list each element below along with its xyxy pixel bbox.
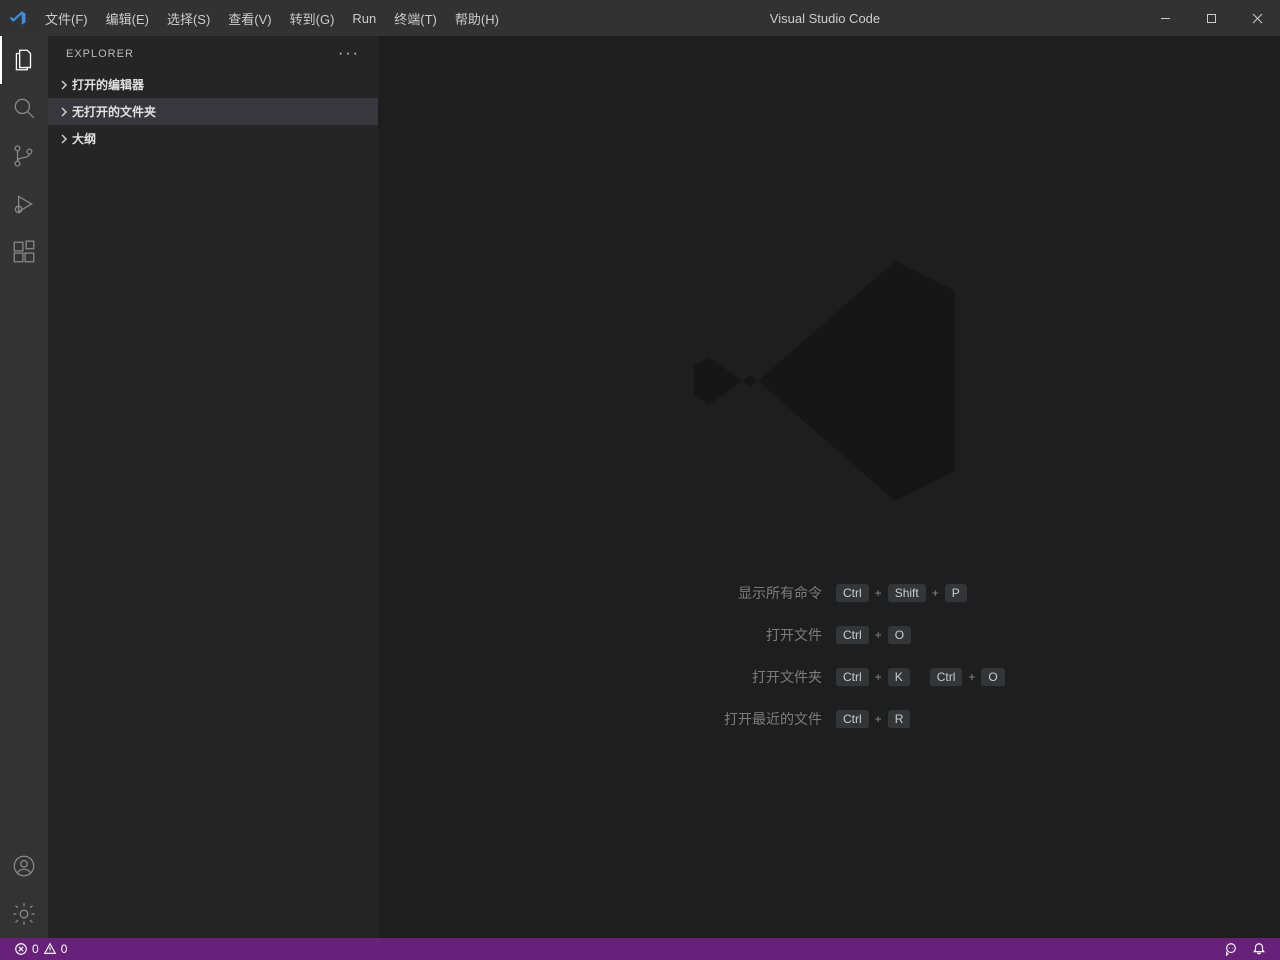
activity-run-debug[interactable]: [0, 180, 48, 228]
feedback-icon: [1224, 942, 1238, 956]
vscode-app-icon: [0, 9, 36, 27]
sidebar-title: EXPLORER: [66, 48, 134, 60]
shortcut-open-folder: 打开文件夹 Ctrl + K Ctrl + O: [522, 667, 1136, 687]
activity-extensions[interactable]: [0, 228, 48, 276]
menu-select[interactable]: 选择(S): [158, 0, 219, 36]
menu-view[interactable]: 查看(V): [219, 0, 280, 36]
shortcut-label: 打开文件: [522, 625, 822, 645]
key: Ctrl: [836, 626, 869, 645]
extensions-icon: [11, 239, 37, 265]
menu-goto[interactable]: 转到(G): [281, 0, 344, 36]
account-icon: [11, 853, 37, 879]
plus: +: [875, 586, 882, 600]
section-label: 打开的编辑器: [72, 76, 144, 93]
key: Ctrl: [836, 584, 869, 603]
section-open-editors[interactable]: 打开的编辑器: [48, 71, 378, 98]
sidebar-explorer: EXPLORER ··· 打开的编辑器 无打开的文件夹 大纲: [48, 36, 378, 938]
window-controls: [1142, 0, 1280, 36]
activity-search[interactable]: [0, 84, 48, 132]
status-notifications[interactable]: [1248, 938, 1270, 960]
menu-run[interactable]: Run: [343, 0, 385, 36]
key: Shift: [888, 584, 926, 603]
shortcut-show-commands: 显示所有命令 Ctrl + Shift + P: [522, 583, 1136, 603]
key: P: [945, 584, 967, 603]
warning-icon: [43, 942, 57, 956]
section-no-folder[interactable]: 无打开的文件夹: [48, 98, 378, 125]
warning-count: 0: [61, 942, 68, 956]
vscode-watermark-icon: [679, 231, 979, 536]
close-button[interactable]: [1234, 0, 1280, 36]
branch-icon: [11, 143, 37, 169]
menu-edit[interactable]: 编辑(E): [97, 0, 158, 36]
gear-icon: [11, 901, 37, 927]
shortcut-open-file: 打开文件 Ctrl + O: [522, 625, 1136, 645]
window-title: Visual Studio Code: [508, 11, 1142, 26]
chevron-right-icon: [56, 107, 72, 117]
status-feedback[interactable]: [1220, 938, 1242, 960]
activity-account[interactable]: [0, 842, 48, 890]
key: Ctrl: [836, 710, 869, 729]
welcome-shortcuts: 显示所有命令 Ctrl + Shift + P 打开文件 Ctrl + O 打开: [522, 583, 1136, 751]
plus: +: [875, 670, 882, 684]
menu-file[interactable]: 文件(F): [36, 0, 97, 36]
chevron-right-icon: [56, 134, 72, 144]
plus: +: [968, 670, 975, 684]
files-icon: [11, 47, 37, 73]
key: K: [888, 668, 910, 687]
editor-empty: 显示所有命令 Ctrl + Shift + P 打开文件 Ctrl + O 打开: [378, 36, 1280, 938]
play-bug-icon: [11, 191, 37, 217]
section-label: 大纲: [72, 130, 96, 147]
bell-icon: [1252, 942, 1266, 956]
activity-explorer[interactable]: [0, 36, 48, 84]
sidebar-header: EXPLORER ···: [48, 36, 378, 71]
key: O: [888, 626, 911, 645]
key: Ctrl: [930, 668, 963, 687]
statusbar: 0 0: [0, 938, 1280, 960]
key: Ctrl: [836, 668, 869, 687]
menu-help[interactable]: 帮助(H): [446, 0, 508, 36]
sidebar-more-actions[interactable]: ···: [338, 45, 360, 63]
error-count: 0: [32, 942, 39, 956]
shortcut-open-recent: 打开最近的文件 Ctrl + R: [522, 709, 1136, 729]
section-label: 无打开的文件夹: [72, 103, 156, 120]
error-icon: [14, 942, 28, 956]
plus: +: [932, 586, 939, 600]
menu-terminal[interactable]: 终端(T): [385, 0, 446, 36]
shortcut-label: 打开最近的文件: [522, 709, 822, 729]
chevron-right-icon: [56, 80, 72, 90]
maximize-button[interactable]: [1188, 0, 1234, 36]
activity-settings[interactable]: [0, 890, 48, 938]
minimize-button[interactable]: [1142, 0, 1188, 36]
activitybar: [0, 36, 48, 938]
key: O: [981, 668, 1004, 687]
plus: +: [875, 628, 882, 642]
menubar: 文件(F) 编辑(E) 选择(S) 查看(V) 转到(G) Run 终端(T) …: [36, 0, 508, 36]
section-outline[interactable]: 大纲: [48, 125, 378, 152]
search-icon: [11, 95, 37, 121]
shortcut-label: 打开文件夹: [522, 667, 822, 687]
shortcut-label: 显示所有命令: [522, 583, 822, 603]
activity-source-control[interactable]: [0, 132, 48, 180]
titlebar: 文件(F) 编辑(E) 选择(S) 查看(V) 转到(G) Run 终端(T) …: [0, 0, 1280, 36]
plus: +: [875, 712, 882, 726]
key: R: [888, 710, 911, 729]
status-problems[interactable]: 0 0: [10, 938, 71, 960]
